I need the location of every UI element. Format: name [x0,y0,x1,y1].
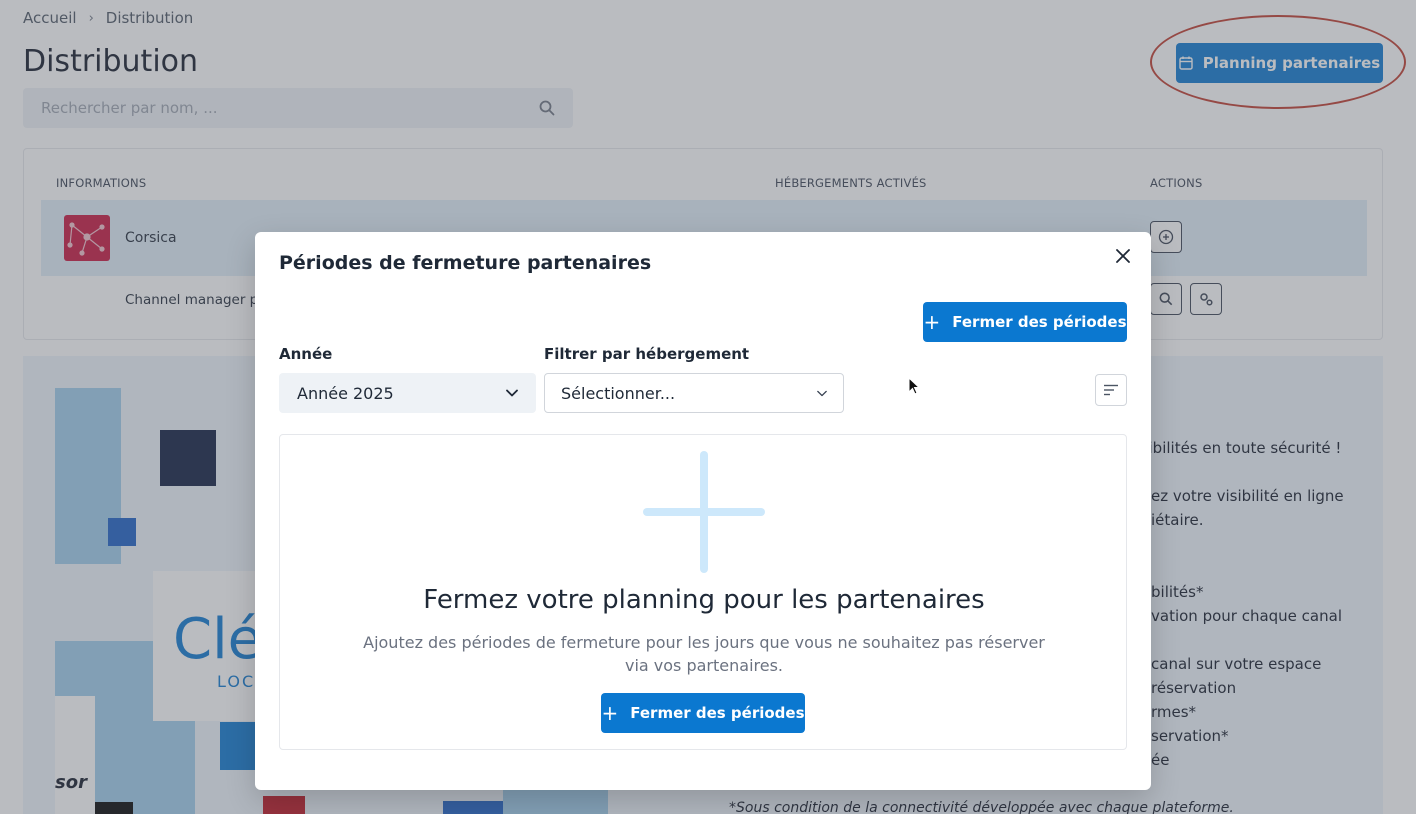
empty-close-periods-label: Fermer des périodes [630,704,805,722]
year-label: Année [279,345,333,363]
plus-icon: + [601,701,619,725]
closing-periods-modal: Périodes de fermeture partenaires + Ferm… [255,232,1151,790]
filter-select-placeholder: Sélectionner... [561,383,676,403]
sort-icon [1104,384,1118,396]
plus-icon: + [923,310,941,334]
chevron-down-icon [817,390,827,396]
close-button[interactable] [1111,244,1135,268]
empty-state: Fermez votre planning pour les partenair… [279,434,1127,750]
modal-title: Périodes de fermeture partenaires [279,252,652,274]
close-icon [1116,249,1130,263]
large-plus-icon [643,451,765,573]
mouse-cursor-icon [908,377,920,395]
close-periods-label: Fermer des périodes [952,313,1127,331]
chevron-down-icon [506,389,518,397]
empty-state-title: Fermez votre planning pour les partenair… [423,585,985,615]
filter-label: Filtrer par hébergement [544,345,750,363]
sort-button[interactable] [1095,374,1127,406]
empty-close-periods-button[interactable]: + Fermer des périodes [601,693,805,733]
year-select[interactable]: Année 2025 [279,373,536,413]
year-select-value: Année 2025 [297,383,394,403]
empty-state-description: Ajoutez des périodes de fermeture pour l… [363,633,1045,675]
close-periods-button[interactable]: + Fermer des périodes [923,302,1127,342]
accommodation-filter-select[interactable]: Sélectionner... [544,373,844,413]
